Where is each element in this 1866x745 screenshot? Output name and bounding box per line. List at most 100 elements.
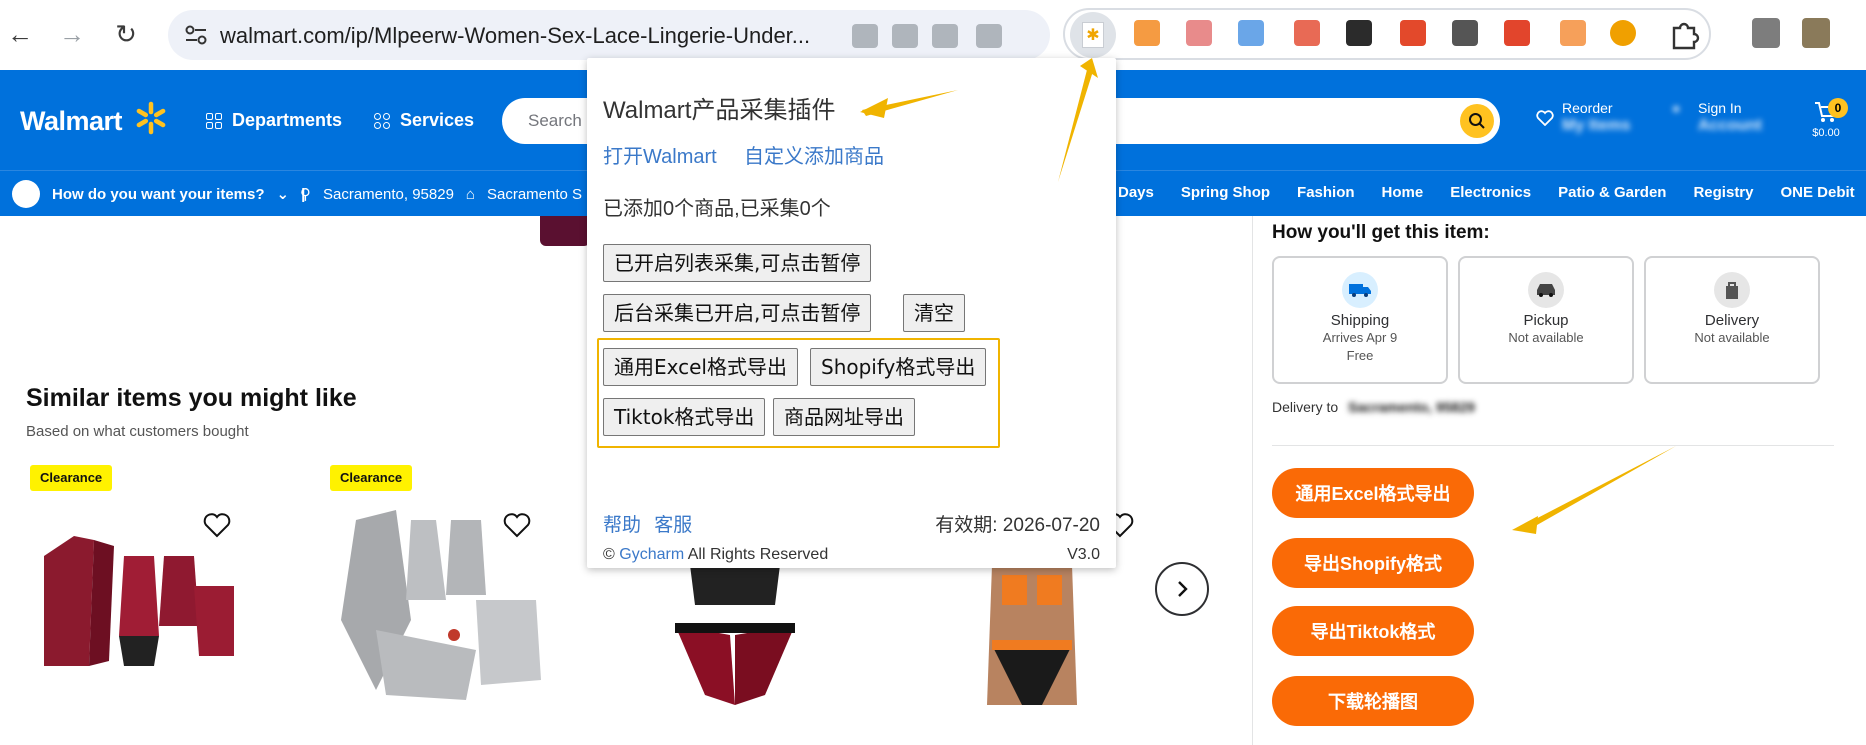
walmart-extension-button[interactable]: ✱ [1070, 12, 1116, 58]
delivery-status: Not available [1694, 330, 1770, 345]
help-link[interactable]: 帮助 [603, 515, 641, 536]
bookmark-star-icon[interactable] [976, 24, 1002, 48]
background-collect-toggle-button[interactable]: 后台采集已开启,可点击暂停 [603, 294, 872, 332]
clear-button[interactable]: 清空 [903, 294, 965, 332]
tiktok-export-button[interactable]: 导出Tiktok格式 [1272, 606, 1474, 656]
pickup-car-icon [1528, 272, 1564, 308]
back-icon[interactable]: ← [0, 14, 40, 54]
address-bar[interactable]: walmart.com/ip/Mlpeerw-Women-Sex-Lace-Li… [168, 10, 1050, 60]
shopify-export-button[interactable]: Shopify格式导出 [810, 348, 987, 386]
fulfillment-selector[interactable]: How do you want your items? ⌄ | [12, 180, 305, 208]
reload-icon[interactable]: ↻ [106, 14, 146, 54]
page-action-icon[interactable] [932, 24, 958, 48]
extension-icon[interactable] [1134, 20, 1160, 46]
site-settings-icon[interactable] [184, 24, 208, 46]
category-link[interactable]: Spring Shop [1181, 184, 1270, 201]
tiktok-export-button[interactable]: Tiktok格式导出 [603, 398, 766, 436]
extension-icon[interactable] [1294, 20, 1320, 46]
shipping-option-card[interactable]: Shipping Arrives Apr 9 Free [1272, 256, 1448, 384]
extension-icon[interactable] [1452, 20, 1478, 46]
pickup-label: Pickup [1523, 312, 1569, 329]
product-image[interactable] [670, 565, 800, 705]
category-link[interactable]: Electronics [1450, 184, 1531, 201]
extensions-puzzle-icon[interactable] [1668, 18, 1700, 50]
delivery-to: Delivery to Sacramento, 95829 [1272, 399, 1475, 415]
profile-avatar[interactable] [1802, 18, 1830, 48]
walmart-spark-icon: ✱ [1082, 22, 1104, 48]
support-link[interactable]: 客服 [654, 515, 692, 536]
walmart-spark-icon[interactable] [133, 100, 169, 136]
rights-text: All Rights Reserved [687, 546, 829, 563]
services-button[interactable]: Services [374, 110, 474, 131]
location-pin-icon: ⚲ [300, 186, 311, 203]
reorder-label: Reorder [1562, 100, 1613, 116]
similar-items-subtitle: Based on what customers bought [26, 423, 249, 440]
services-icon [374, 112, 390, 129]
arrowhead-icon [1512, 516, 1538, 534]
brand-link[interactable]: Gycharm [619, 546, 684, 563]
product-image-partial [540, 216, 590, 246]
search-placeholder: Search e [528, 111, 597, 130]
product-image[interactable] [336, 500, 546, 700]
delivery-option-card[interactable]: Delivery Not available [1644, 256, 1820, 384]
fulfillment-icon [12, 180, 40, 208]
page-action-icon[interactable] [852, 24, 878, 48]
clearance-badge: Clearance [330, 465, 413, 491]
extension-icon[interactable] [1610, 20, 1636, 46]
departments-button[interactable]: Departments [206, 110, 342, 131]
validity-date: 有效期: 2026-07-20 [935, 515, 1100, 536]
custom-add-link[interactable]: 自定义添加商品 [744, 140, 884, 169]
category-link[interactable]: Days [1118, 184, 1154, 201]
shopify-export-button[interactable]: 导出Shopify格式 [1272, 538, 1474, 588]
excel-export-button[interactable]: 通用Excel格式导出 [1272, 468, 1474, 518]
extension-popup: Walmart产品采集插件 打开Walmart 自定义添加商品 已添加0个商品,… [587, 58, 1116, 568]
url-export-button[interactable]: 商品网址导出 [773, 398, 915, 436]
excel-export-button[interactable]: 通用Excel格式导出 [603, 348, 798, 386]
extension-icon[interactable] [1238, 20, 1264, 46]
extension-icon[interactable] [1186, 20, 1212, 46]
delivery-to-value[interactable]: Sacramento, 95829 [1348, 399, 1475, 415]
arrow-to-side-buttons [1526, 446, 1676, 529]
account-button[interactable]: ● Sign In Account [1672, 100, 1762, 134]
shipping-arrival: Arrives Apr 9 [1322, 330, 1398, 345]
delivery-bag-icon [1714, 272, 1750, 308]
copyright-symbol: © [603, 546, 615, 563]
sidebar-icon[interactable] [1752, 18, 1780, 48]
extension-icon[interactable] [1504, 20, 1530, 46]
walmart-logo[interactable]: Walmart [20, 106, 123, 137]
cart-count-badge: 0 [1828, 98, 1848, 118]
location-selector[interactable]: ⚲ Sacramento, 95829 ⌂ Sacramento S [300, 185, 582, 204]
page-action-icon[interactable] [892, 24, 918, 48]
heart-icon [1536, 110, 1554, 126]
search-button[interactable] [1460, 104, 1494, 138]
download-carousel-button[interactable]: 下载轮播图 [1272, 676, 1474, 726]
category-link[interactable]: ONE Debit [1781, 184, 1855, 201]
reorder-button[interactable]: Reorder My Items [1536, 100, 1630, 134]
column-divider [1252, 216, 1253, 745]
category-link[interactable]: Home [1382, 184, 1424, 201]
list-collect-toggle-button[interactable]: 已开启列表采集,可点击暂停 [603, 244, 872, 282]
category-link[interactable]: Registry [1693, 184, 1753, 201]
shipping-truck-icon [1342, 272, 1378, 308]
forward-icon[interactable]: → [52, 14, 92, 54]
grid-icon [206, 112, 222, 129]
popup-footer-links: 帮助 客服 [603, 510, 692, 537]
product-image[interactable] [34, 526, 244, 676]
category-link[interactable]: Fashion [1297, 184, 1355, 201]
extension-icon[interactable] [1560, 20, 1586, 46]
category-link[interactable]: Patio & Garden [1558, 184, 1666, 201]
account-label: Account [1698, 117, 1762, 134]
shipping-price: Free [1346, 348, 1374, 363]
pickup-option-card[interactable]: Pickup Not available [1458, 256, 1634, 384]
fulfillment-label: How do you want your items? [52, 185, 265, 203]
pickup-status: Not available [1508, 330, 1584, 345]
similar-items-title: Similar items you might like [26, 384, 357, 412]
category-links: Days Spring Shop Fashion Home Electronic… [1118, 184, 1855, 201]
url-text[interactable]: walmart.com/ip/Mlpeerw-Women-Sex-Lace-Li… [220, 23, 810, 49]
open-walmart-link[interactable]: 打开Walmart [603, 140, 717, 169]
cart-button[interactable]: 0 $0.00 [1806, 98, 1848, 139]
extension-icon[interactable] [1400, 20, 1426, 46]
extension-icon[interactable] [1346, 20, 1372, 46]
product-image[interactable] [972, 565, 1092, 710]
carousel-next-button[interactable] [1155, 562, 1209, 616]
